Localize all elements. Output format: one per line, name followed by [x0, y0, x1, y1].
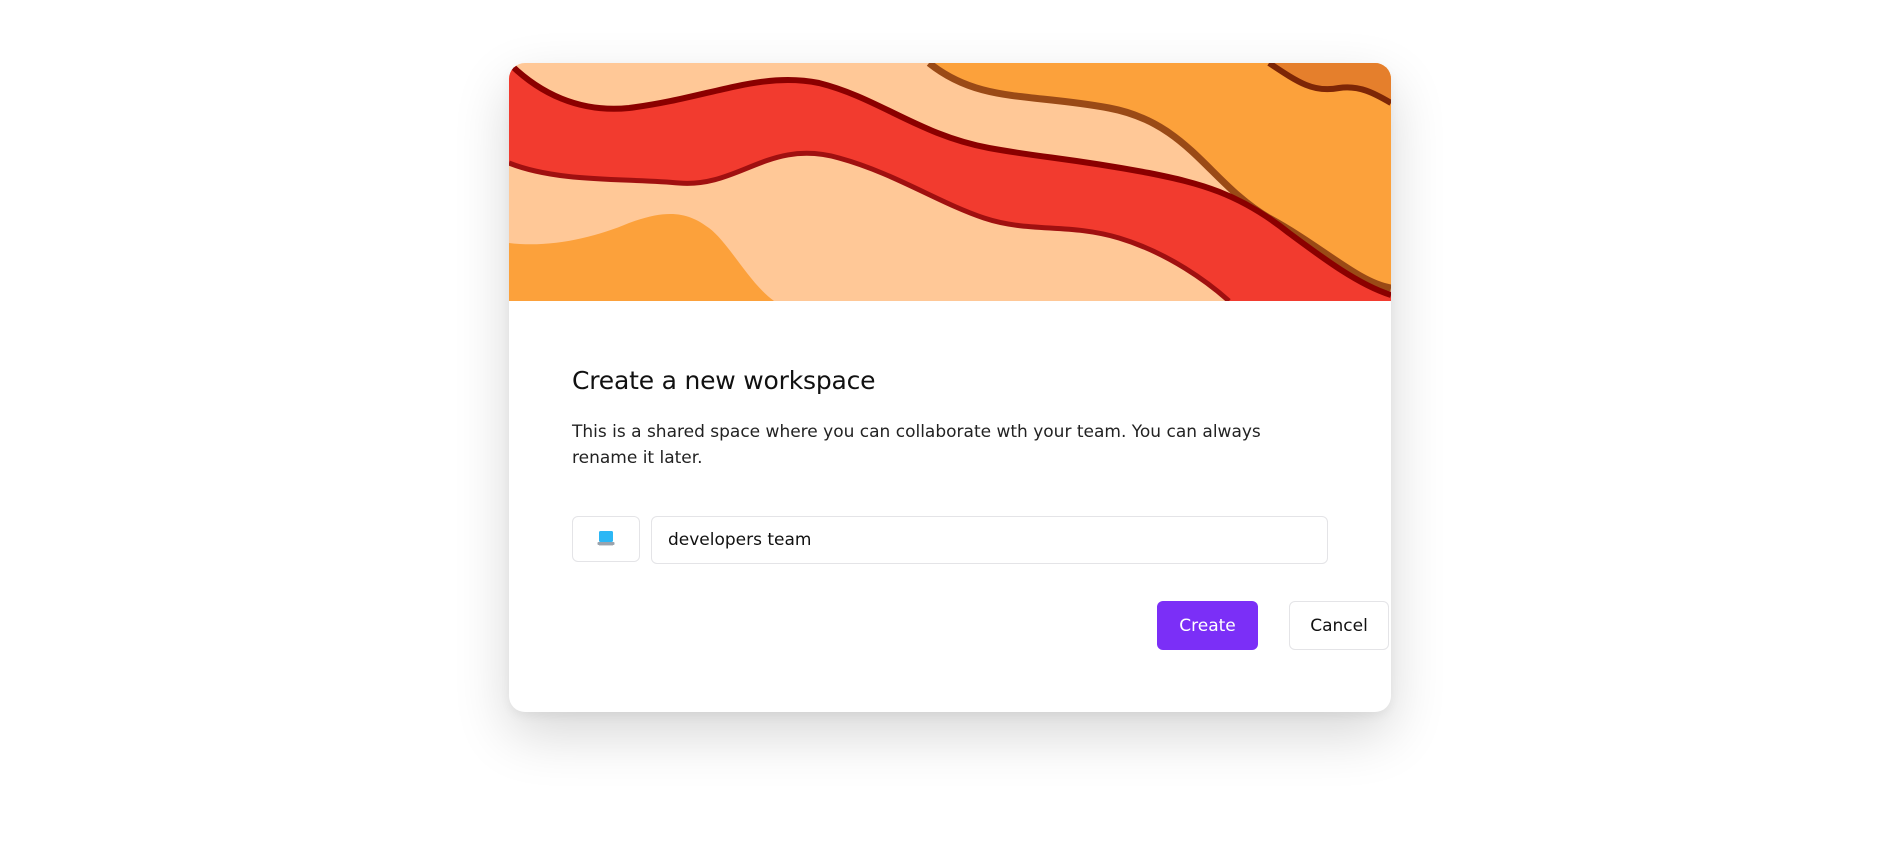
modal-description: This is a shared space where you can col…	[572, 422, 1261, 468]
workspace-icon-picker[interactable]	[572, 516, 640, 562]
laptop-shadow	[599, 545, 613, 546]
page-background: Create a new workspace This is a shared …	[0, 0, 1890, 853]
workspace-name-input[interactable]	[651, 516, 1328, 564]
cancel-button[interactable]: Cancel	[1289, 601, 1389, 650]
laptop-screen	[599, 531, 613, 542]
wave-illustration	[509, 63, 1391, 301]
laptop-base	[597, 542, 615, 545]
modal-title: Create a new workspace	[572, 366, 876, 395]
create-button[interactable]: Create	[1157, 601, 1258, 650]
laptop-icon	[597, 531, 615, 546]
banner-image	[509, 63, 1391, 301]
create-workspace-modal: Create a new workspace This is a shared …	[509, 63, 1391, 712]
